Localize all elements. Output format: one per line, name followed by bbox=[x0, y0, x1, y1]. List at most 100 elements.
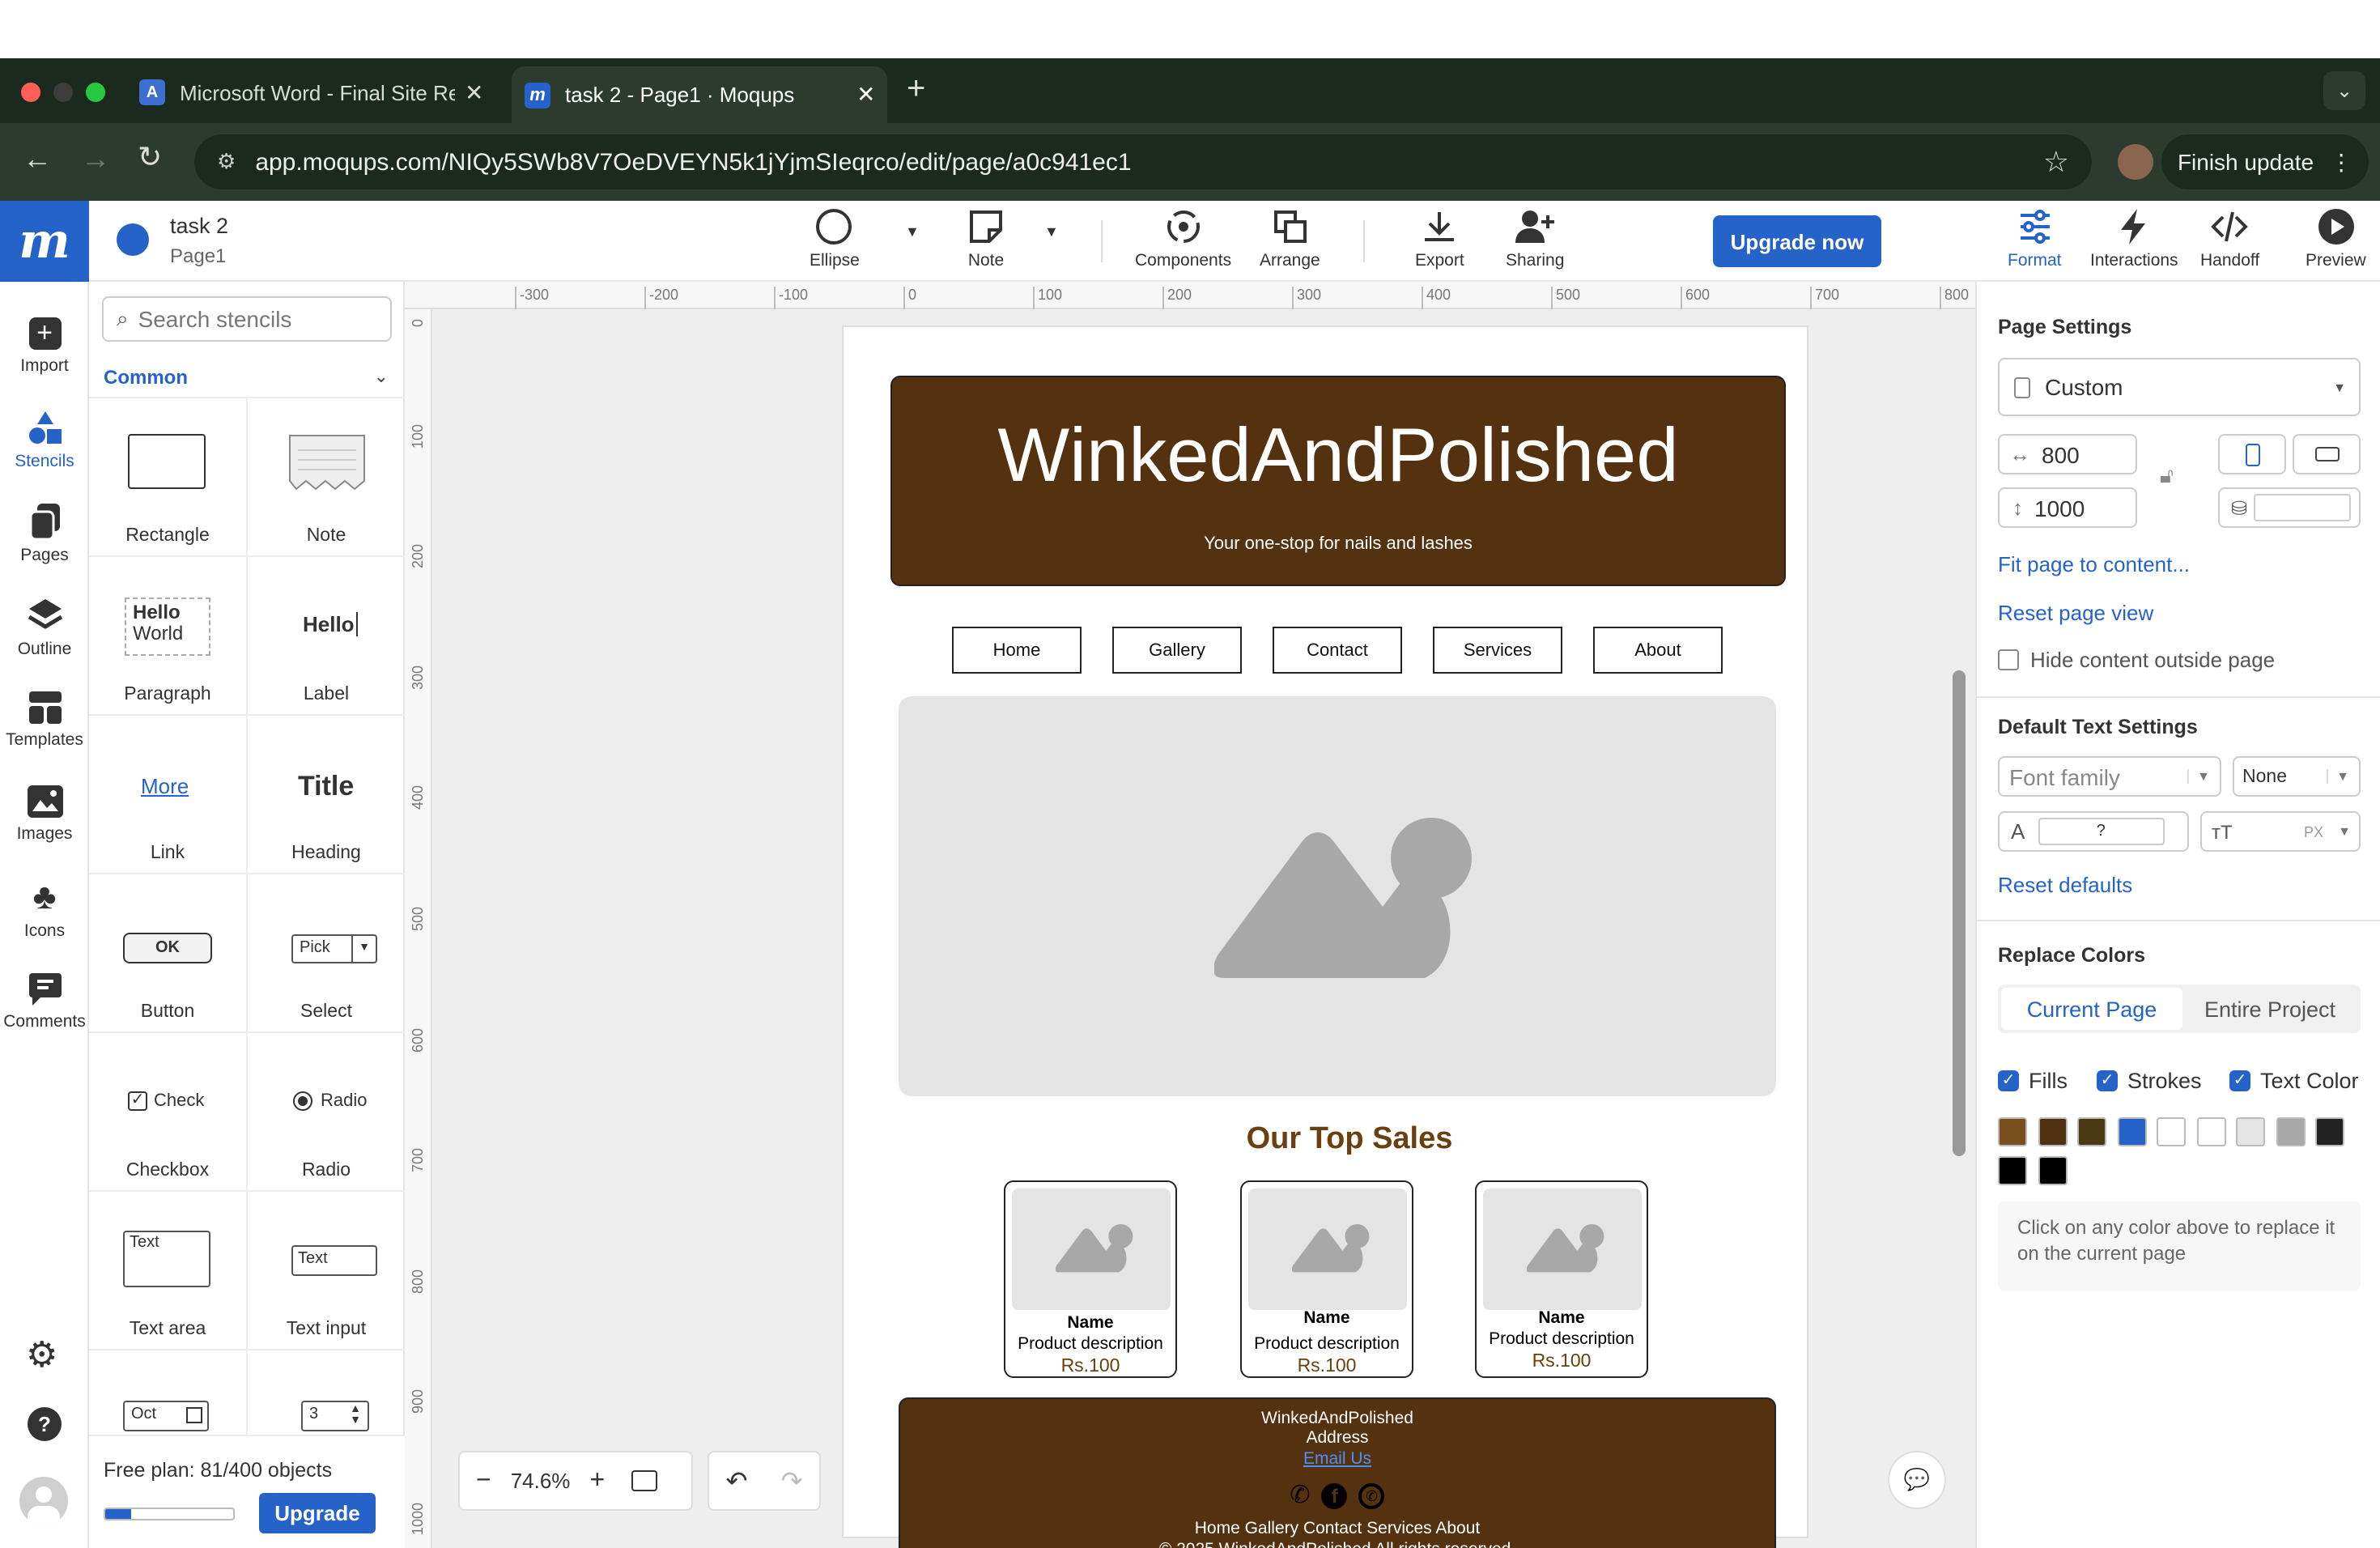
page-height-input[interactable]: ↕ 1000 bbox=[1998, 487, 2137, 528]
new-tab-icon[interactable]: + bbox=[907, 71, 925, 108]
nav-gallery[interactable]: Gallery bbox=[1112, 627, 1242, 674]
maximize-window-button[interactable] bbox=[86, 83, 105, 102]
color-swatch[interactable] bbox=[2196, 1117, 2225, 1146]
help-icon[interactable]: ? bbox=[28, 1407, 62, 1441]
current-page-tab[interactable]: Current Page bbox=[2001, 988, 2182, 1030]
export-tool[interactable]: Export bbox=[1415, 207, 1464, 270]
page-width-input[interactable]: ↔ 800 bbox=[1998, 434, 2137, 474]
color-swatch[interactable] bbox=[2276, 1117, 2305, 1146]
canvas[interactable]: -300 -200 -100 0 100 200 300 400 500 600 700 800 900… bbox=[405, 282, 1975, 1548]
nav-templates[interactable]: Templates bbox=[0, 690, 89, 750]
stencil-textinput[interactable]: Text Text input bbox=[248, 1192, 405, 1350]
text-color-checkbox[interactable]: ✓ Text Color bbox=[2229, 1069, 2359, 1093]
lock-ratio-icon[interactable]: 🔓︎ bbox=[2160, 463, 2174, 489]
nav-home[interactable]: Home bbox=[952, 627, 1082, 674]
nav-services[interactable]: Services bbox=[1433, 627, 1562, 674]
redo-icon[interactable]: ↷ bbox=[781, 1465, 803, 1497]
fit-page-link[interactable]: Fit page to content... bbox=[1998, 552, 2190, 576]
nav-images[interactable]: Images bbox=[0, 784, 89, 844]
text-color-input[interactable]: A? bbox=[1998, 811, 2189, 852]
reload-icon[interactable]: ↻ bbox=[138, 141, 162, 175]
portrait-toggle[interactable] bbox=[2218, 434, 2286, 474]
hero-header[interactable]: WinkedAndPolished Your one-stop for nail… bbox=[890, 376, 1786, 586]
page-size-select[interactable]: Custom ▼ bbox=[1998, 358, 2361, 416]
interactions-tab[interactable]: Interactions bbox=[2090, 207, 2178, 270]
color-swatch[interactable] bbox=[1998, 1117, 2027, 1146]
color-swatch[interactable] bbox=[2157, 1117, 2186, 1146]
chat-bubble-icon[interactable]: 💬 bbox=[1888, 1451, 1946, 1509]
stencil-select[interactable]: Pick ▼ Select bbox=[248, 874, 405, 1033]
product-card[interactable]: Name Product description Rs.100 bbox=[1240, 1180, 1413, 1378]
landscape-toggle[interactable] bbox=[2293, 434, 2361, 474]
product-card[interactable]: Name Product description Rs.100 bbox=[1475, 1180, 1648, 1378]
nav-contact[interactable]: Contact bbox=[1273, 627, 1402, 674]
color-swatch[interactable] bbox=[2236, 1117, 2265, 1146]
product-card[interactable]: Name Product description Rs.100 bbox=[1004, 1180, 1177, 1378]
ellipse-dropdown-icon[interactable]: ▼ bbox=[905, 223, 920, 240]
stencil-link[interactable]: More Link bbox=[89, 716, 246, 874]
footer-email-link[interactable]: Email Us bbox=[900, 1449, 1774, 1469]
note-dropdown-icon[interactable]: ▼ bbox=[1044, 223, 1059, 240]
stencil-heading[interactable]: Title Heading bbox=[248, 716, 405, 874]
font-size-input[interactable]: ᴛT PX ▼ bbox=[2200, 811, 2361, 852]
reset-defaults-link[interactable]: Reset defaults bbox=[1998, 873, 2132, 897]
doc-title[interactable]: task 2 bbox=[170, 214, 228, 238]
site-footer[interactable]: WinkedAndPolished Address Email Us ✆ f ✆… bbox=[899, 1397, 1776, 1548]
components-tool[interactable]: Components bbox=[1135, 207, 1231, 270]
back-icon[interactable]: ← bbox=[23, 142, 52, 176]
tab-moqups[interactable]: m task 2 - Page1 · Moqups ✕ bbox=[512, 66, 887, 123]
preview-tab[interactable]: Preview bbox=[2306, 207, 2366, 270]
stencil-rectangle[interactable]: Rectangle bbox=[89, 398, 246, 557]
stencil-note[interactable]: Note bbox=[248, 398, 405, 557]
profile-avatar[interactable] bbox=[2118, 144, 2153, 180]
format-tab[interactable]: Format bbox=[2008, 207, 2062, 270]
bookmark-star-icon[interactable]: ☆ bbox=[2043, 145, 2069, 179]
stencil-checkbox[interactable]: ✓ Check Checkbox bbox=[89, 1033, 246, 1192]
color-swatch[interactable] bbox=[2077, 1117, 2106, 1146]
facebook-icon[interactable]: f bbox=[1321, 1483, 1348, 1509]
ellipse-tool[interactable]: Ellipse bbox=[810, 207, 860, 270]
nav-pages[interactable]: Pages bbox=[0, 502, 89, 565]
reset-page-view-link[interactable]: Reset page view bbox=[1998, 601, 2153, 625]
stencil-date[interactable]: Oct bbox=[89, 1350, 246, 1435]
more-vert-icon[interactable]: ⋮ bbox=[2330, 148, 2352, 176]
stencil-radio[interactable]: Radio Radio bbox=[248, 1033, 405, 1192]
font-family-select[interactable]: Font family ▼ bbox=[1998, 756, 2221, 797]
category-dropdown[interactable]: Common ⌄ bbox=[89, 356, 405, 398]
color-swatch[interactable] bbox=[2315, 1117, 2344, 1146]
nav-outline[interactable]: Outline bbox=[0, 596, 89, 659]
nav-icons[interactable]: ♣ Icons bbox=[0, 877, 89, 941]
nav-stencils[interactable]: Stencils bbox=[0, 408, 89, 471]
vertical-scrollbar[interactable] bbox=[1953, 670, 1966, 1156]
zoom-in-icon[interactable]: + bbox=[589, 1466, 605, 1495]
user-avatar[interactable] bbox=[19, 1477, 68, 1525]
stencil-paragraph[interactable]: Hello World Paragraph bbox=[89, 557, 246, 716]
strokes-checkbox[interactable]: ✓ Strokes bbox=[2097, 1069, 2202, 1093]
arrange-tool[interactable]: Arrange bbox=[1260, 207, 1320, 270]
site-settings-icon[interactable]: ⚙ bbox=[217, 149, 236, 175]
close-tab-icon[interactable]: ✕ bbox=[856, 81, 875, 108]
globe-icon[interactable] bbox=[117, 223, 149, 256]
close-window-button[interactable] bbox=[21, 83, 40, 102]
minimize-window-button[interactable] bbox=[53, 83, 73, 102]
phone-icon[interactable]: ✆ bbox=[1290, 1482, 1310, 1509]
color-swatch[interactable] bbox=[2117, 1117, 2146, 1146]
stencil-button[interactable]: OK Button bbox=[89, 874, 246, 1033]
settings-gear-icon[interactable]: ⚙ bbox=[26, 1334, 57, 1376]
color-swatch[interactable] bbox=[1998, 1156, 2027, 1185]
page-fill-color[interactable]: ⛁ bbox=[2218, 487, 2361, 528]
note-tool[interactable]: Note bbox=[967, 207, 1005, 270]
stencil-number[interactable]: 3 ▲ ▼ bbox=[248, 1350, 405, 1435]
zoom-out-icon[interactable]: − bbox=[476, 1466, 491, 1495]
color-swatch[interactable] bbox=[2038, 1117, 2067, 1146]
color-swatch[interactable] bbox=[2038, 1156, 2067, 1185]
undo-icon[interactable]: ↶ bbox=[726, 1465, 748, 1497]
hide-outside-checkbox[interactable]: Hide content outside page bbox=[1998, 648, 2275, 672]
nav-comments[interactable]: Comments bbox=[0, 972, 89, 1031]
stencil-label[interactable]: Hello Label bbox=[248, 557, 405, 716]
handoff-tab[interactable]: Handoff bbox=[2200, 207, 2259, 270]
tab-list-chevron-icon[interactable]: ⌄ bbox=[2323, 71, 2365, 110]
moqups-logo[interactable]: m bbox=[0, 201, 89, 282]
entire-project-tab[interactable]: Entire Project bbox=[2182, 988, 2357, 1030]
upgrade-now-button[interactable]: Upgrade now bbox=[1713, 215, 1881, 267]
